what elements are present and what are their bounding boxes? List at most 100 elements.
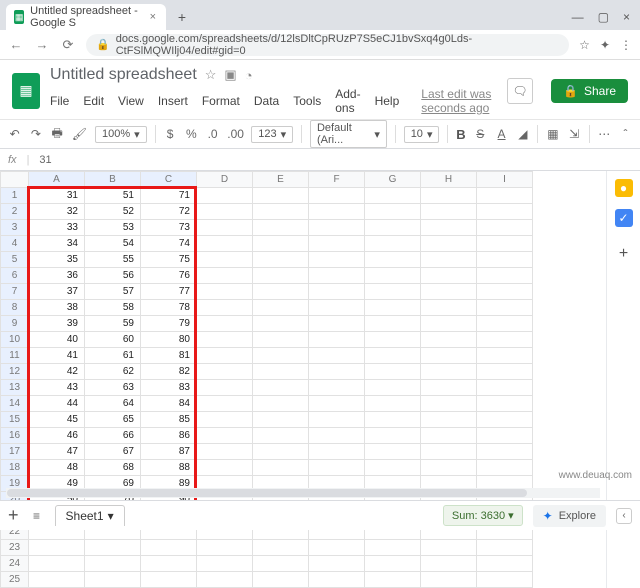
cell[interactable] xyxy=(477,380,533,396)
cell[interactable]: 59 xyxy=(85,316,141,332)
cell[interactable] xyxy=(421,412,477,428)
sheet-tab-menu-icon[interactable]: ▾ xyxy=(108,509,114,523)
paint-format-icon[interactable]: 🖌 xyxy=(72,127,87,141)
cell[interactable] xyxy=(421,236,477,252)
dec-decrease-icon[interactable]: .0 xyxy=(206,127,219,141)
cell[interactable] xyxy=(477,364,533,380)
row-header[interactable]: 16 xyxy=(1,428,29,444)
cell[interactable] xyxy=(309,348,365,364)
cell[interactable]: 71 xyxy=(141,188,197,204)
cell[interactable] xyxy=(477,556,533,572)
cell[interactable]: 78 xyxy=(141,300,197,316)
formula-bar[interactable]: fx | 31 xyxy=(0,149,640,171)
cell[interactable] xyxy=(421,460,477,476)
cell[interactable]: 88 xyxy=(141,460,197,476)
cell[interactable] xyxy=(253,316,309,332)
cell[interactable] xyxy=(197,252,253,268)
row-header[interactable]: 15 xyxy=(1,412,29,428)
last-edit-text[interactable]: Last edit was seconds ago xyxy=(421,87,497,115)
cell[interactable] xyxy=(421,188,477,204)
cell[interactable] xyxy=(365,300,421,316)
cell[interactable]: 83 xyxy=(141,380,197,396)
cell[interactable]: 42 xyxy=(29,364,85,380)
reload-icon[interactable]: ⟳ xyxy=(60,37,76,53)
num-format-select[interactable]: 123▾ xyxy=(251,126,293,143)
cell[interactable] xyxy=(421,364,477,380)
add-sidepanel-icon[interactable]: + xyxy=(619,245,628,263)
cell[interactable]: 53 xyxy=(85,220,141,236)
print-icon[interactable]: 🖶 xyxy=(51,124,64,145)
cell[interactable] xyxy=(477,332,533,348)
cell[interactable] xyxy=(477,204,533,220)
cell[interactable]: 41 xyxy=(29,348,85,364)
cell[interactable] xyxy=(85,556,141,572)
cell[interactable] xyxy=(253,252,309,268)
cell[interactable] xyxy=(253,332,309,348)
panel-toggle-icon[interactable]: ‹ xyxy=(616,508,632,524)
cell[interactable]: 82 xyxy=(141,364,197,380)
cell[interactable] xyxy=(365,556,421,572)
font-select[interactable]: Default (Ari...▾ xyxy=(310,120,387,148)
cell[interactable]: 43 xyxy=(29,380,85,396)
menu-help[interactable]: Help xyxy=(375,94,400,108)
col-header[interactable]: F xyxy=(309,172,365,188)
cell[interactable] xyxy=(365,460,421,476)
row-header[interactable]: 25 xyxy=(1,572,29,588)
cell[interactable] xyxy=(197,204,253,220)
cell[interactable] xyxy=(309,220,365,236)
cell[interactable] xyxy=(197,220,253,236)
cell[interactable] xyxy=(253,412,309,428)
cell[interactable] xyxy=(253,300,309,316)
cell[interactable] xyxy=(197,188,253,204)
row-header[interactable]: 3 xyxy=(1,220,29,236)
cell[interactable] xyxy=(309,300,365,316)
share-button[interactable]: 🔒 Share xyxy=(551,79,628,103)
menu-view[interactable]: View xyxy=(118,94,144,108)
cell[interactable] xyxy=(197,284,253,300)
cell[interactable]: 87 xyxy=(141,444,197,460)
cell[interactable] xyxy=(477,396,533,412)
row-header[interactable]: 4 xyxy=(1,236,29,252)
cell[interactable]: 60 xyxy=(85,332,141,348)
cell[interactable] xyxy=(365,428,421,444)
cell[interactable] xyxy=(477,460,533,476)
cell[interactable]: 61 xyxy=(85,348,141,364)
minimize-icon[interactable]: — xyxy=(572,10,584,24)
cell[interactable] xyxy=(197,444,253,460)
cell[interactable] xyxy=(421,556,477,572)
cell[interactable] xyxy=(253,444,309,460)
cell[interactable] xyxy=(477,348,533,364)
maximize-icon[interactable]: ▢ xyxy=(598,10,609,24)
cell[interactable] xyxy=(421,348,477,364)
cell[interactable] xyxy=(477,268,533,284)
row-header[interactable]: 11 xyxy=(1,348,29,364)
cell[interactable] xyxy=(421,252,477,268)
cell[interactable] xyxy=(365,540,421,556)
cell[interactable] xyxy=(309,204,365,220)
cell[interactable] xyxy=(309,364,365,380)
cell[interactable] xyxy=(309,236,365,252)
row-header[interactable]: 10 xyxy=(1,332,29,348)
cell[interactable] xyxy=(365,268,421,284)
cell[interactable]: 79 xyxy=(141,316,197,332)
hscroll-thumb[interactable] xyxy=(7,489,527,497)
cell[interactable]: 52 xyxy=(85,204,141,220)
cell[interactable] xyxy=(365,332,421,348)
cell[interactable] xyxy=(477,444,533,460)
cell[interactable] xyxy=(421,444,477,460)
cell[interactable]: 44 xyxy=(29,396,85,412)
zoom-select[interactable]: 100%▾ xyxy=(95,126,147,143)
cell[interactable]: 72 xyxy=(141,204,197,220)
cell[interactable] xyxy=(309,188,365,204)
cell[interactable] xyxy=(365,284,421,300)
cell[interactable]: 37 xyxy=(29,284,85,300)
menu-edit[interactable]: Edit xyxy=(83,94,104,108)
cell[interactable] xyxy=(477,572,533,588)
cell[interactable] xyxy=(477,316,533,332)
cell[interactable] xyxy=(309,316,365,332)
cell[interactable] xyxy=(253,236,309,252)
cell[interactable] xyxy=(253,204,309,220)
doc-title[interactable]: Untitled spreadsheet xyxy=(50,66,197,84)
cell[interactable] xyxy=(309,380,365,396)
cell[interactable]: 68 xyxy=(85,460,141,476)
